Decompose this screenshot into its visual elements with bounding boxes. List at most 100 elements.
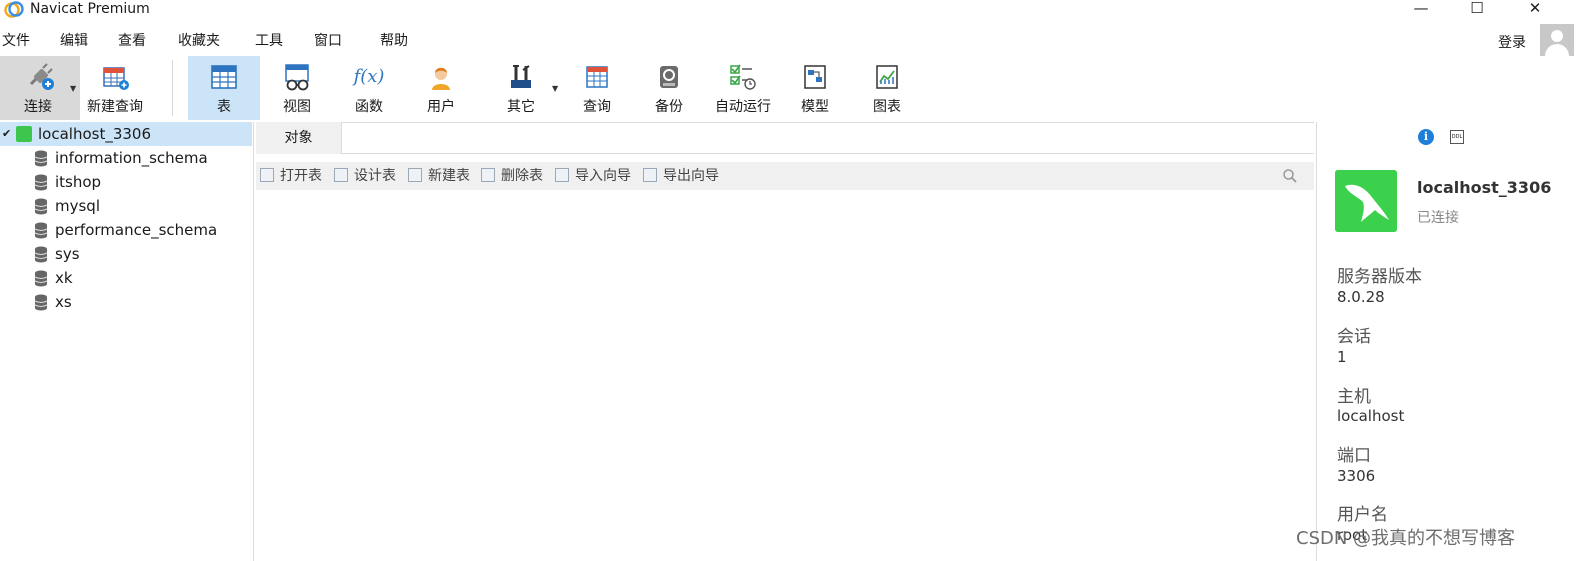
main-toolbar: 连接 ▼ 新建查询 表 视图 f(x) 函数 用户 其它 ▼ 查询 备份 自动运…	[0, 56, 1580, 120]
window-title: Navicat Premium	[30, 1, 150, 17]
menu-edit[interactable]: 编辑	[60, 32, 88, 50]
function-button[interactable]: f(x) 函数	[336, 56, 402, 120]
menu-file[interactable]: 文件	[2, 32, 30, 50]
table-label: 表	[217, 99, 231, 115]
chart-button[interactable]: 图表	[856, 56, 918, 120]
tree-db-label: itshop	[55, 173, 102, 191]
menu-tools[interactable]: 工具	[255, 32, 283, 50]
object-list-area[interactable]	[256, 190, 1314, 561]
tree-db-sys[interactable]: sys	[0, 242, 252, 266]
user-label: 用户	[427, 99, 455, 115]
delete-table-icon	[481, 168, 495, 182]
info-tab-icon[interactable]: i	[1418, 129, 1434, 145]
menu-help[interactable]: 帮助	[380, 32, 408, 50]
automation-label: 自动运行	[715, 99, 771, 115]
object-toolbar: 打开表 设计表 新建表 删除表 导入向导 导出向导	[256, 162, 1314, 190]
menu-favorites[interactable]: 收藏夹	[178, 32, 220, 50]
query-button[interactable]: 查询	[566, 56, 628, 120]
model-icon	[804, 65, 826, 89]
tab-strip-blank	[342, 122, 1314, 153]
ddl-tab-icon[interactable]: DDL	[1450, 130, 1464, 144]
view-button[interactable]: 视图	[264, 56, 330, 120]
object-panel: 对象 打开表 设计表 新建表 删除表 导入向导 导出向导	[256, 122, 1314, 561]
info-connection-name: localhost_3306	[1417, 178, 1552, 197]
tree-db-mysql[interactable]: mysql	[0, 194, 252, 218]
export-wizard-label: 导出向导	[663, 168, 719, 184]
connect-label: 连接	[24, 99, 52, 115]
export-wizard-icon	[643, 168, 657, 182]
user-avatar-icon[interactable]	[1540, 24, 1574, 58]
model-button[interactable]: 模型	[784, 56, 846, 120]
database-icon	[34, 246, 48, 263]
backup-label: 备份	[655, 99, 683, 115]
view-label: 视图	[283, 99, 311, 115]
connect-dropdown-icon[interactable]: ▼	[70, 84, 76, 93]
import-wizard-button[interactable]: 导入向导	[555, 162, 631, 190]
others-dropdown-icon[interactable]: ▼	[552, 84, 558, 93]
new-query-icon	[103, 67, 129, 90]
open-table-button[interactable]: 打开表	[260, 162, 322, 190]
model-label: 模型	[801, 99, 829, 115]
tree-db-label: information_schema	[55, 149, 208, 167]
tools-icon	[511, 65, 531, 88]
backup-button[interactable]: 备份	[638, 56, 700, 120]
info-value-port: 3306	[1337, 467, 1376, 485]
backup-icon	[660, 66, 678, 88]
tab-objects[interactable]: 对象	[256, 122, 342, 154]
database-icon	[34, 294, 48, 311]
tree-db-label: sys	[55, 245, 80, 263]
connect-button[interactable]: 连接 ▼	[0, 56, 80, 120]
search-icon[interactable]	[1282, 168, 1298, 184]
new-table-button[interactable]: 新建表	[408, 162, 470, 190]
info-value-host: localhost	[1337, 407, 1405, 425]
query-label: 查询	[583, 99, 611, 115]
info-connection-status: 已连接	[1417, 210, 1459, 226]
menu-window[interactable]: 窗口	[314, 32, 342, 50]
open-table-label: 打开表	[280, 168, 322, 184]
expanded-check-icon[interactable]: ✔	[2, 122, 11, 146]
minimize-button[interactable]: —	[1396, 0, 1446, 18]
mysql-connection-icon	[16, 126, 32, 142]
delete-table-button[interactable]: 删除表	[481, 162, 543, 190]
database-icon	[34, 150, 48, 167]
maximize-button[interactable]: ☐	[1452, 0, 1502, 18]
tree-connection-label: localhost_3306	[38, 125, 152, 143]
tree-connection-localhost[interactable]: ✔ localhost_3306	[0, 122, 252, 146]
table-button[interactable]: 表	[188, 56, 260, 120]
tree-db-performance-schema[interactable]: performance_schema	[0, 218, 252, 242]
database-icon	[34, 174, 48, 191]
chart-label: 图表	[873, 99, 901, 115]
info-value-sessions: 1	[1337, 348, 1347, 366]
others-label: 其它	[507, 99, 535, 115]
info-panel: i DDL localhost_3306 已连接 服务器版本 8.0.28 会话…	[1316, 122, 1580, 561]
export-wizard-button[interactable]: 导出向导	[643, 162, 719, 190]
menu-view[interactable]: 查看	[118, 32, 146, 50]
design-table-label: 设计表	[354, 168, 396, 184]
view-glasses-icon	[285, 64, 309, 91]
tree-db-information-schema[interactable]: information_schema	[0, 146, 252, 170]
tree-db-xs[interactable]: xs	[0, 290, 252, 314]
table-icon	[211, 65, 237, 89]
new-query-button[interactable]: 新建查询	[82, 56, 148, 120]
import-wizard-label: 导入向导	[575, 168, 631, 184]
function-label: 函数	[355, 99, 383, 115]
tree-db-xk[interactable]: xk	[0, 266, 252, 290]
automation-button[interactable]: 自动运行	[706, 56, 780, 120]
database-icon	[34, 222, 48, 239]
others-button[interactable]: 其它 ▼	[486, 56, 558, 120]
info-label-host: 主机	[1337, 387, 1371, 407]
mysql-dolphin-icon	[1335, 170, 1397, 232]
tree-db-itshop[interactable]: itshop	[0, 170, 252, 194]
database-icon	[34, 198, 48, 215]
close-button[interactable]: ✕	[1510, 0, 1560, 18]
design-table-button[interactable]: 设计表	[334, 162, 396, 190]
user-button[interactable]: 用户	[408, 56, 474, 120]
automation-icon	[730, 64, 756, 90]
login-link[interactable]: 登录	[1498, 32, 1526, 52]
import-wizard-icon	[555, 168, 569, 182]
open-table-icon	[260, 168, 274, 182]
tree-db-label: mysql	[55, 197, 100, 215]
database-icon	[34, 270, 48, 287]
info-value-server-version: 8.0.28	[1337, 288, 1385, 306]
tree-db-label: xk	[55, 269, 73, 287]
